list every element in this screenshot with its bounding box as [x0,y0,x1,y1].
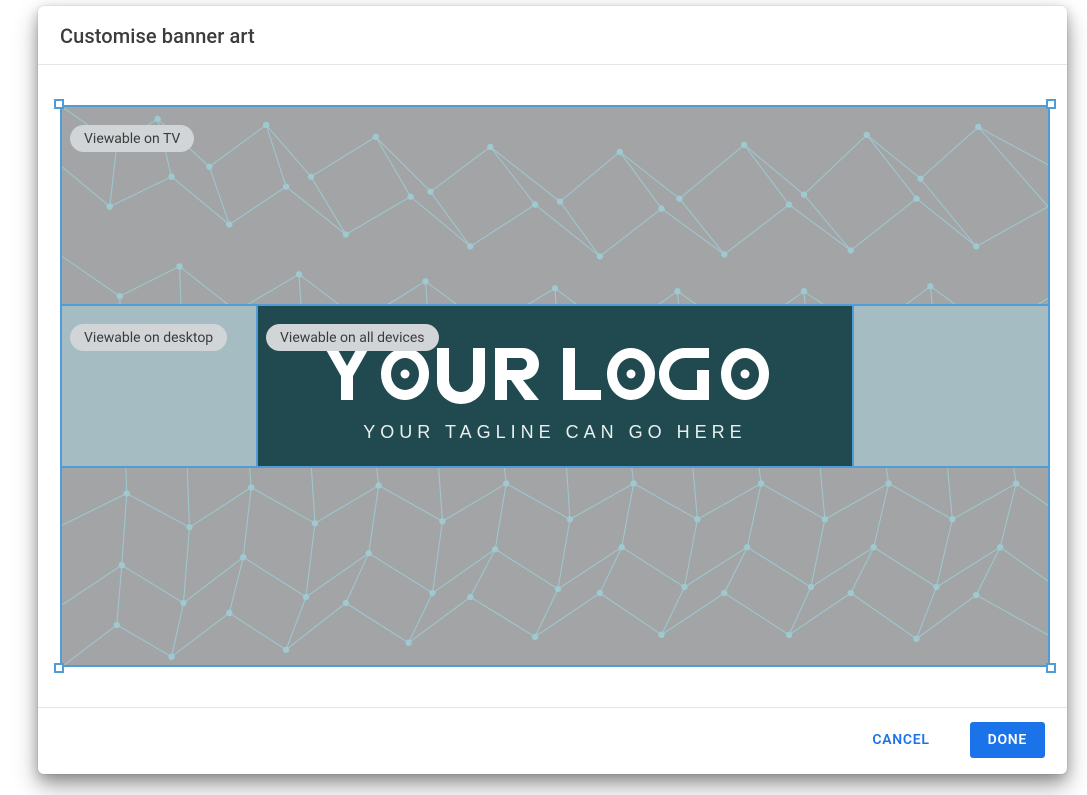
tv-safe-label: Viewable on TV [70,125,194,152]
done-button[interactable]: DONE [970,722,1045,758]
all-devices-safe-label: Viewable on all devices [266,324,439,351]
cancel-button[interactable]: CANCEL [854,722,947,758]
tv-safe-area: Viewable on TV Viewable on desktop Viewa… [60,105,1050,667]
crop-handle-top-left[interactable] [54,99,64,109]
desktop-pad-left: Viewable on desktop [62,306,256,466]
dialog-title: Customise banner art [60,24,1045,48]
crop-handle-bottom-right[interactable] [1046,663,1056,673]
customise-banner-dialog: Customise banner art [38,6,1067,774]
dialog-header: Customise banner art [38,6,1067,65]
banner-tagline: YOUR TAGLINE CAN GO HERE [325,422,785,443]
banner-logo-text [325,344,785,404]
desktop-pad-right [854,306,1048,466]
dialog-footer: CANCEL DONE [38,707,1067,774]
crop-handle-top-right[interactable] [1046,99,1056,109]
all-devices-safe-area: Viewable on all devices [256,306,854,466]
desktop-safe-label: Viewable on desktop [70,324,227,351]
crop-stage[interactable]: Viewable on TV Viewable on desktop Viewa… [60,105,1050,667]
crop-handle-bottom-left[interactable] [54,663,64,673]
desktop-safe-area: Viewable on desktop Viewable on all devi… [62,304,1048,468]
banner-logo-block: YOUR LOGO YOUR TAGLINE CAN GO HERE [325,344,785,443]
dialog-body: Viewable on TV Viewable on desktop Viewa… [38,65,1067,707]
